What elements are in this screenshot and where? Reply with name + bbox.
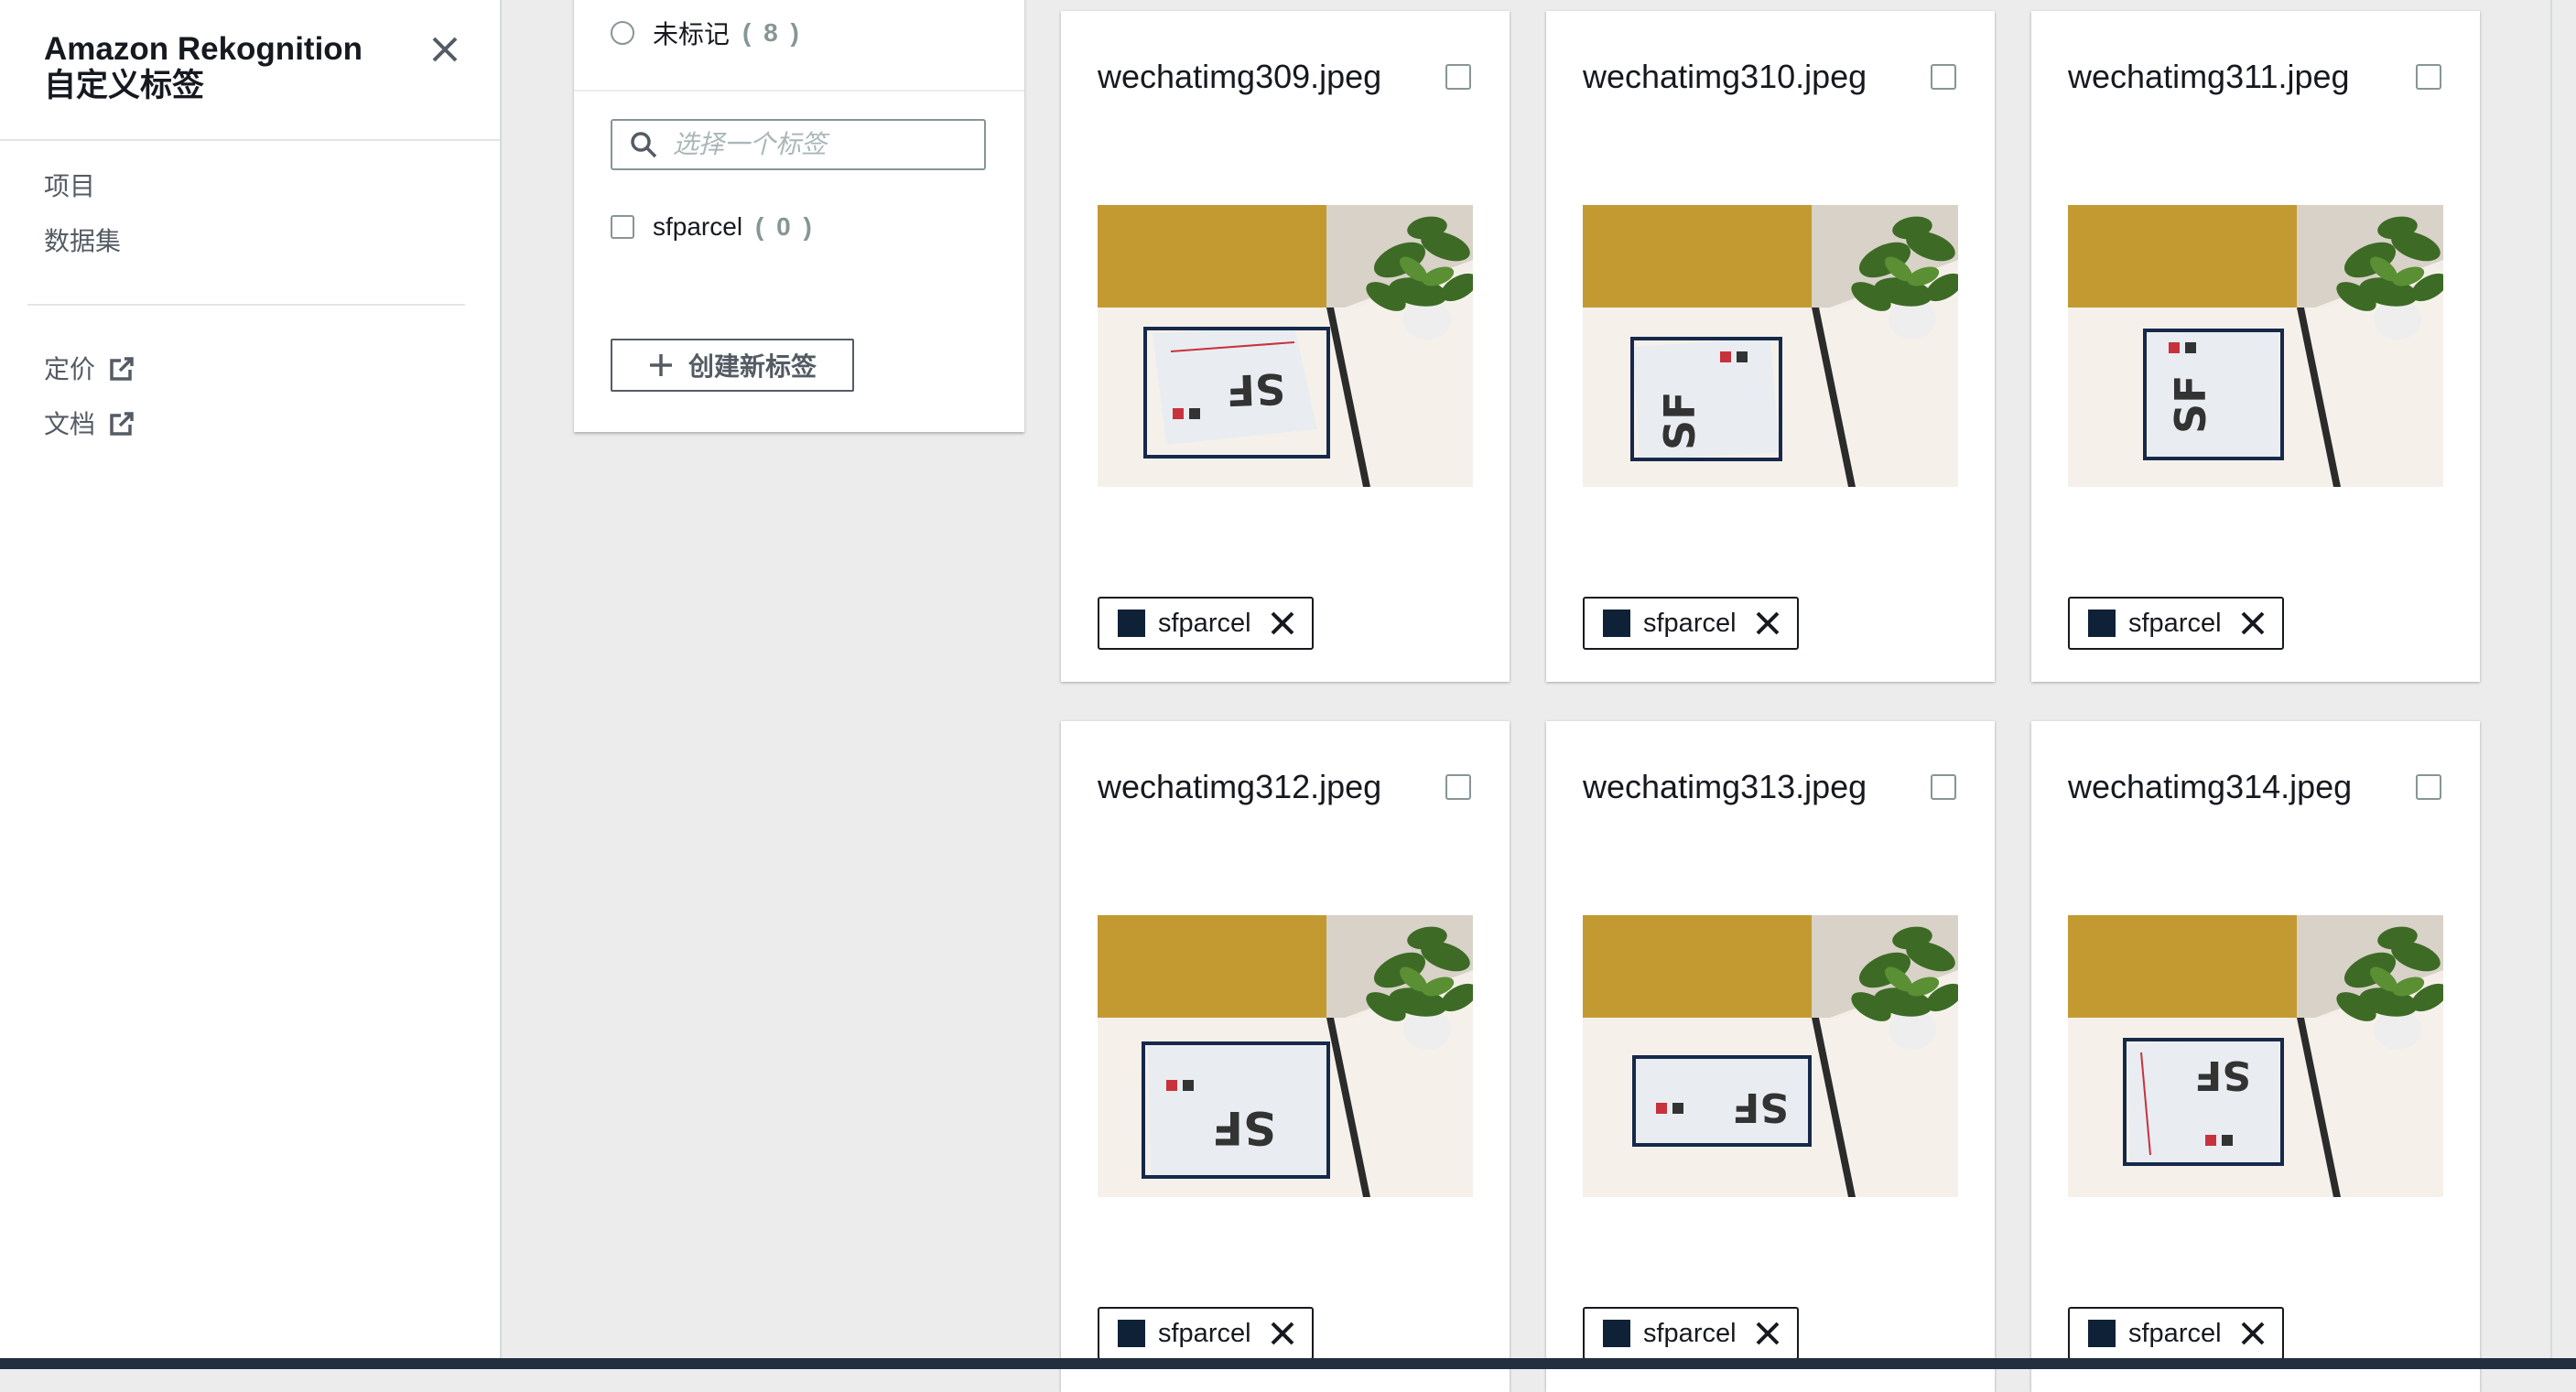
label-tag-text: sfparcel [2128, 1318, 2222, 1348]
label-filter-panel: 未标记 ( 8 ) sfparcel ( 0 ) 创建新标签 [574, 0, 1024, 432]
label-checkbox[interactable] [611, 215, 634, 239]
image-select-checkbox[interactable] [2416, 774, 2441, 800]
label-tag-text: sfparcel [1643, 608, 1737, 638]
unlabeled-count: ( 8 ) [742, 18, 802, 47]
svg-text:SF: SF [1212, 1101, 1276, 1154]
image-thumbnail[interactable]: SF [1583, 915, 1958, 1197]
create-label-button[interactable]: 创建新标签 [611, 339, 854, 392]
create-label-button-text: 创建新标签 [687, 352, 817, 381]
label-color-swatch [2088, 1320, 2116, 1347]
label-search-input[interactable] [671, 129, 968, 160]
unlabeled-label: 未标记 [653, 20, 731, 49]
label-search[interactable] [611, 119, 986, 170]
label-tag-text: sfparcel [1158, 1318, 1251, 1348]
label-tag-text: sfparcel [1643, 1318, 1737, 1348]
label-tag: sfparcel [1098, 1307, 1314, 1360]
image-filename: wechatimg313.jpeg [1583, 768, 1867, 805]
image-thumbnail[interactable]: SF [1098, 205, 1473, 487]
label-tag-text: sfparcel [2128, 608, 2222, 638]
label-name: sfparcel [653, 212, 743, 241]
image-thumbnail[interactable]: SF [1583, 205, 1958, 487]
remove-label-icon[interactable] [2238, 609, 2268, 638]
image-filename: wechatimg312.jpeg [1098, 768, 1382, 805]
svg-text:SF: SF [2194, 1052, 2251, 1098]
external-link-icon [110, 412, 134, 436]
image-card[interactable]: wechatimg312.jpeg SF sfparcel [1061, 721, 1510, 1392]
unlabeled-radio[interactable] [611, 21, 634, 45]
nav-item-projects[interactable]: 项目 [44, 170, 95, 203]
side-navigation: Amazon Rekognition 自定义标签 项目 数据集 定价 文档 [0, 0, 502, 1358]
image-card[interactable]: wechatimg310.jpeg SF sfparcel [1546, 11, 1995, 682]
label-tag: sfparcel [1583, 1307, 1799, 1360]
service-title-line2: 自定义标签 [44, 68, 205, 103]
panel-divider [574, 90, 1024, 92]
image-select-checkbox[interactable] [1931, 64, 1956, 90]
nav-link-pricing[interactable]: 定价 [44, 353, 135, 386]
plus-icon [649, 354, 672, 376]
label-tag: sfparcel [2068, 1307, 2284, 1360]
image-select-checkbox[interactable] [1931, 774, 1956, 800]
service-title-line1: Amazon Rekognition [44, 31, 363, 67]
image-filename: wechatimg310.jpeg [1583, 58, 1867, 95]
image-card[interactable]: wechatimg314.jpeg SF sfparcel [2031, 721, 2480, 1392]
nav-item-datasets[interactable]: 数据集 [44, 225, 121, 258]
svg-text:SF: SF [2166, 374, 2215, 434]
search-icon [631, 132, 657, 158]
bottom-bar [0, 1358, 2576, 1369]
image-filename: wechatimg311.jpeg [2068, 58, 2350, 95]
label-tag: sfparcel [1098, 597, 1314, 650]
content-edge-divider [2550, 0, 2552, 1358]
nav-link-docs-label: 文档 [44, 410, 96, 438]
image-card[interactable]: wechatimg309.jpeg SF sfparcel [1061, 11, 1510, 682]
label-color-swatch [1118, 610, 1145, 637]
remove-label-icon[interactable] [1268, 1319, 1297, 1348]
label-tag: sfparcel [1583, 597, 1799, 650]
image-filename: wechatimg314.jpeg [2068, 768, 2353, 805]
external-link-icon [110, 357, 134, 381]
svg-text:SF: SF [1226, 363, 1286, 415]
label-tag-text: sfparcel [1158, 608, 1251, 638]
image-thumbnail[interactable]: SF [2068, 915, 2443, 1197]
filter-unlabeled[interactable]: 未标记 ( 8 ) [611, 15, 802, 51]
nav-link-pricing-label: 定价 [44, 355, 96, 383]
remove-label-icon[interactable] [2238, 1319, 2268, 1348]
label-color-swatch [1603, 610, 1630, 637]
label-count: ( 0 ) [755, 212, 815, 241]
label-filter-item[interactable]: sfparcel ( 0 ) [611, 209, 815, 245]
image-select-checkbox[interactable] [1445, 774, 1471, 800]
image-select-checkbox[interactable] [2416, 64, 2441, 90]
close-icon[interactable] [427, 31, 463, 68]
svg-text:SF: SF [1655, 391, 1705, 450]
nav-link-docs[interactable]: 文档 [44, 408, 135, 441]
image-thumbnail[interactable]: SF [1098, 915, 1473, 1197]
label-color-swatch [1603, 1320, 1630, 1347]
remove-label-icon[interactable] [1268, 609, 1297, 638]
label-tag: sfparcel [2068, 597, 2284, 650]
svg-text:SF: SF [1732, 1084, 1789, 1130]
remove-label-icon[interactable] [1753, 609, 1782, 638]
image-filename: wechatimg309.jpeg [1098, 58, 1382, 95]
nav-divider [0, 139, 500, 141]
nav-divider [27, 304, 465, 306]
label-color-swatch [2088, 610, 2116, 637]
image-thumbnail[interactable]: SF [2068, 205, 2443, 487]
label-color-swatch [1118, 1320, 1145, 1347]
remove-label-icon[interactable] [1753, 1319, 1782, 1348]
image-card[interactable]: wechatimg311.jpeg SF sfparcel [2031, 11, 2480, 682]
image-select-checkbox[interactable] [1445, 64, 1471, 90]
service-title: Amazon Rekognition 自定义标签 [44, 31, 363, 104]
image-card[interactable]: wechatimg313.jpeg SF sfparcel [1546, 721, 1995, 1392]
